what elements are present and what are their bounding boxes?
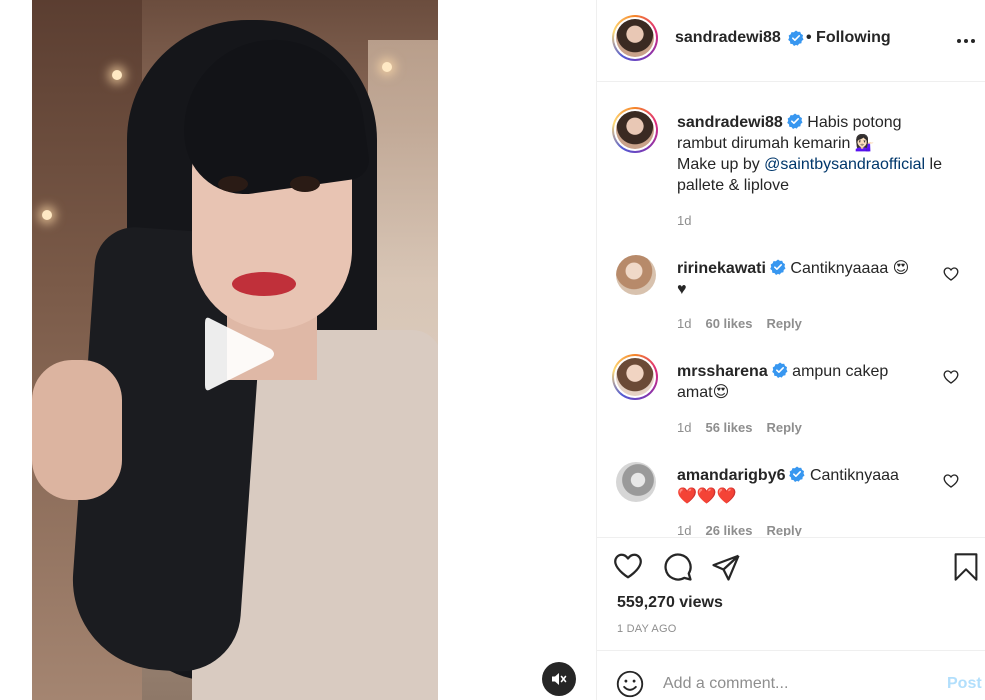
post-panel: sandradewi88 • Following sandradewi88 Ha…	[596, 0, 985, 700]
comment-like-heart-icon[interactable]	[943, 473, 959, 489]
post-comment-button[interactable]: Post	[947, 675, 982, 693]
add-comment-bar: Post	[597, 650, 985, 700]
mention-link[interactable]: @saintbysandraofficial	[764, 156, 925, 173]
comment-meta: 1d 60 likes Reply	[677, 316, 802, 331]
follow-status[interactable]: • Following	[806, 29, 891, 47]
caption-username[interactable]: sandradewi88	[677, 114, 783, 131]
more-horizontal-icon[interactable]	[956, 31, 976, 51]
comment-like-heart-icon[interactable]	[943, 369, 959, 385]
ceiling-light	[42, 210, 52, 220]
save-bookmark-icon[interactable]	[952, 552, 980, 582]
comment-like-heart-icon[interactable]	[943, 266, 959, 282]
play-icon[interactable]	[203, 315, 277, 393]
video-subject-hand	[32, 360, 122, 500]
emoji-icon[interactable]	[616, 670, 644, 698]
video-subject-eye	[218, 176, 248, 192]
action-bar: 559,270 views 1 DAY AGO	[597, 537, 985, 649]
comment-meta-clipped: 1d 26 likes Reply	[677, 523, 877, 536]
caption-avatar[interactable]	[612, 107, 658, 153]
comment-meta: 1d 56 likes Reply	[677, 420, 802, 435]
video-subject-eye	[290, 176, 320, 192]
commenter-avatar[interactable]	[616, 255, 656, 295]
commenter-avatar[interactable]	[612, 354, 658, 400]
caption-text-line3: Make up by	[677, 156, 765, 173]
header-username[interactable]: sandradewi88	[675, 29, 781, 47]
like-heart-icon[interactable]	[613, 551, 643, 581]
ceiling-light	[382, 62, 392, 72]
comment-text-line2: amat😍	[677, 384, 730, 401]
view-count[interactable]: 559,270 views	[617, 594, 723, 612]
verified-badge-icon	[770, 259, 786, 275]
media-area	[0, 0, 596, 700]
verified-badge-icon	[789, 466, 805, 482]
reply-button[interactable]: Reply	[766, 316, 801, 331]
caption-time[interactable]: 1d	[677, 213, 691, 228]
reply-button[interactable]: Reply	[766, 420, 801, 435]
verified-badge-icon	[787, 113, 803, 129]
speaker-muted-icon	[552, 673, 567, 685]
comment-text: ampun cakep	[792, 363, 889, 380]
comment-time[interactable]: 1d	[677, 420, 691, 435]
share-paper-plane-icon[interactable]	[711, 552, 741, 582]
avatar[interactable]	[612, 15, 658, 61]
comment-text-line2: ♥	[677, 281, 687, 298]
comment-time[interactable]: 1d	[677, 316, 691, 331]
comment-text: Cantiknyaaaa 😍	[790, 260, 910, 277]
comment-bubble-icon[interactable]	[663, 552, 693, 582]
comment: ririnekawati Cantiknyaaaa 😍 ♥	[677, 258, 947, 300]
post-header: sandradewi88 • Following	[597, 0, 985, 82]
caption: sandradewi88 Habis potong rambut dirumah…	[677, 112, 977, 196]
comment: amandarigby6 Cantiknyaaa ❤️❤️❤️	[677, 465, 947, 507]
verified-badge-icon	[771, 362, 788, 378]
post-date[interactable]: 1 DAY AGO	[617, 623, 676, 635]
comment-likes[interactable]: 56 likes	[705, 420, 752, 435]
caption-text-line1: Habis potong	[807, 114, 902, 131]
comment-likes[interactable]: 60 likes	[705, 316, 752, 331]
comment-text: Cantiknyaaa	[809, 467, 899, 484]
commenter-avatar[interactable]	[616, 462, 656, 502]
mute-button[interactable]	[542, 662, 576, 696]
comment-time[interactable]: 1d	[677, 523, 691, 536]
comment-username[interactable]: mrssharena	[677, 363, 768, 380]
caption-text-line3-suffix: le	[925, 156, 942, 173]
comment-text-line2: ❤️❤️❤️	[677, 488, 737, 505]
comment-username[interactable]: amandarigby6	[677, 467, 785, 484]
reply-button[interactable]: Reply	[766, 523, 801, 536]
comment-likes[interactable]: 26 likes	[705, 523, 752, 536]
video-subject-lips	[232, 272, 296, 296]
comment: mrssharena ampun cakep amat😍	[677, 361, 947, 403]
ceiling-light	[112, 70, 122, 80]
caption-text-line2: rambut dirumah kemarin 💁🏻‍♀️	[677, 135, 875, 152]
comment-input[interactable]	[663, 671, 913, 697]
caption-text-line4: pallete & liplove	[677, 177, 790, 194]
verified-badge-icon	[788, 30, 804, 46]
comment-username[interactable]: ririnekawati	[677, 260, 766, 277]
